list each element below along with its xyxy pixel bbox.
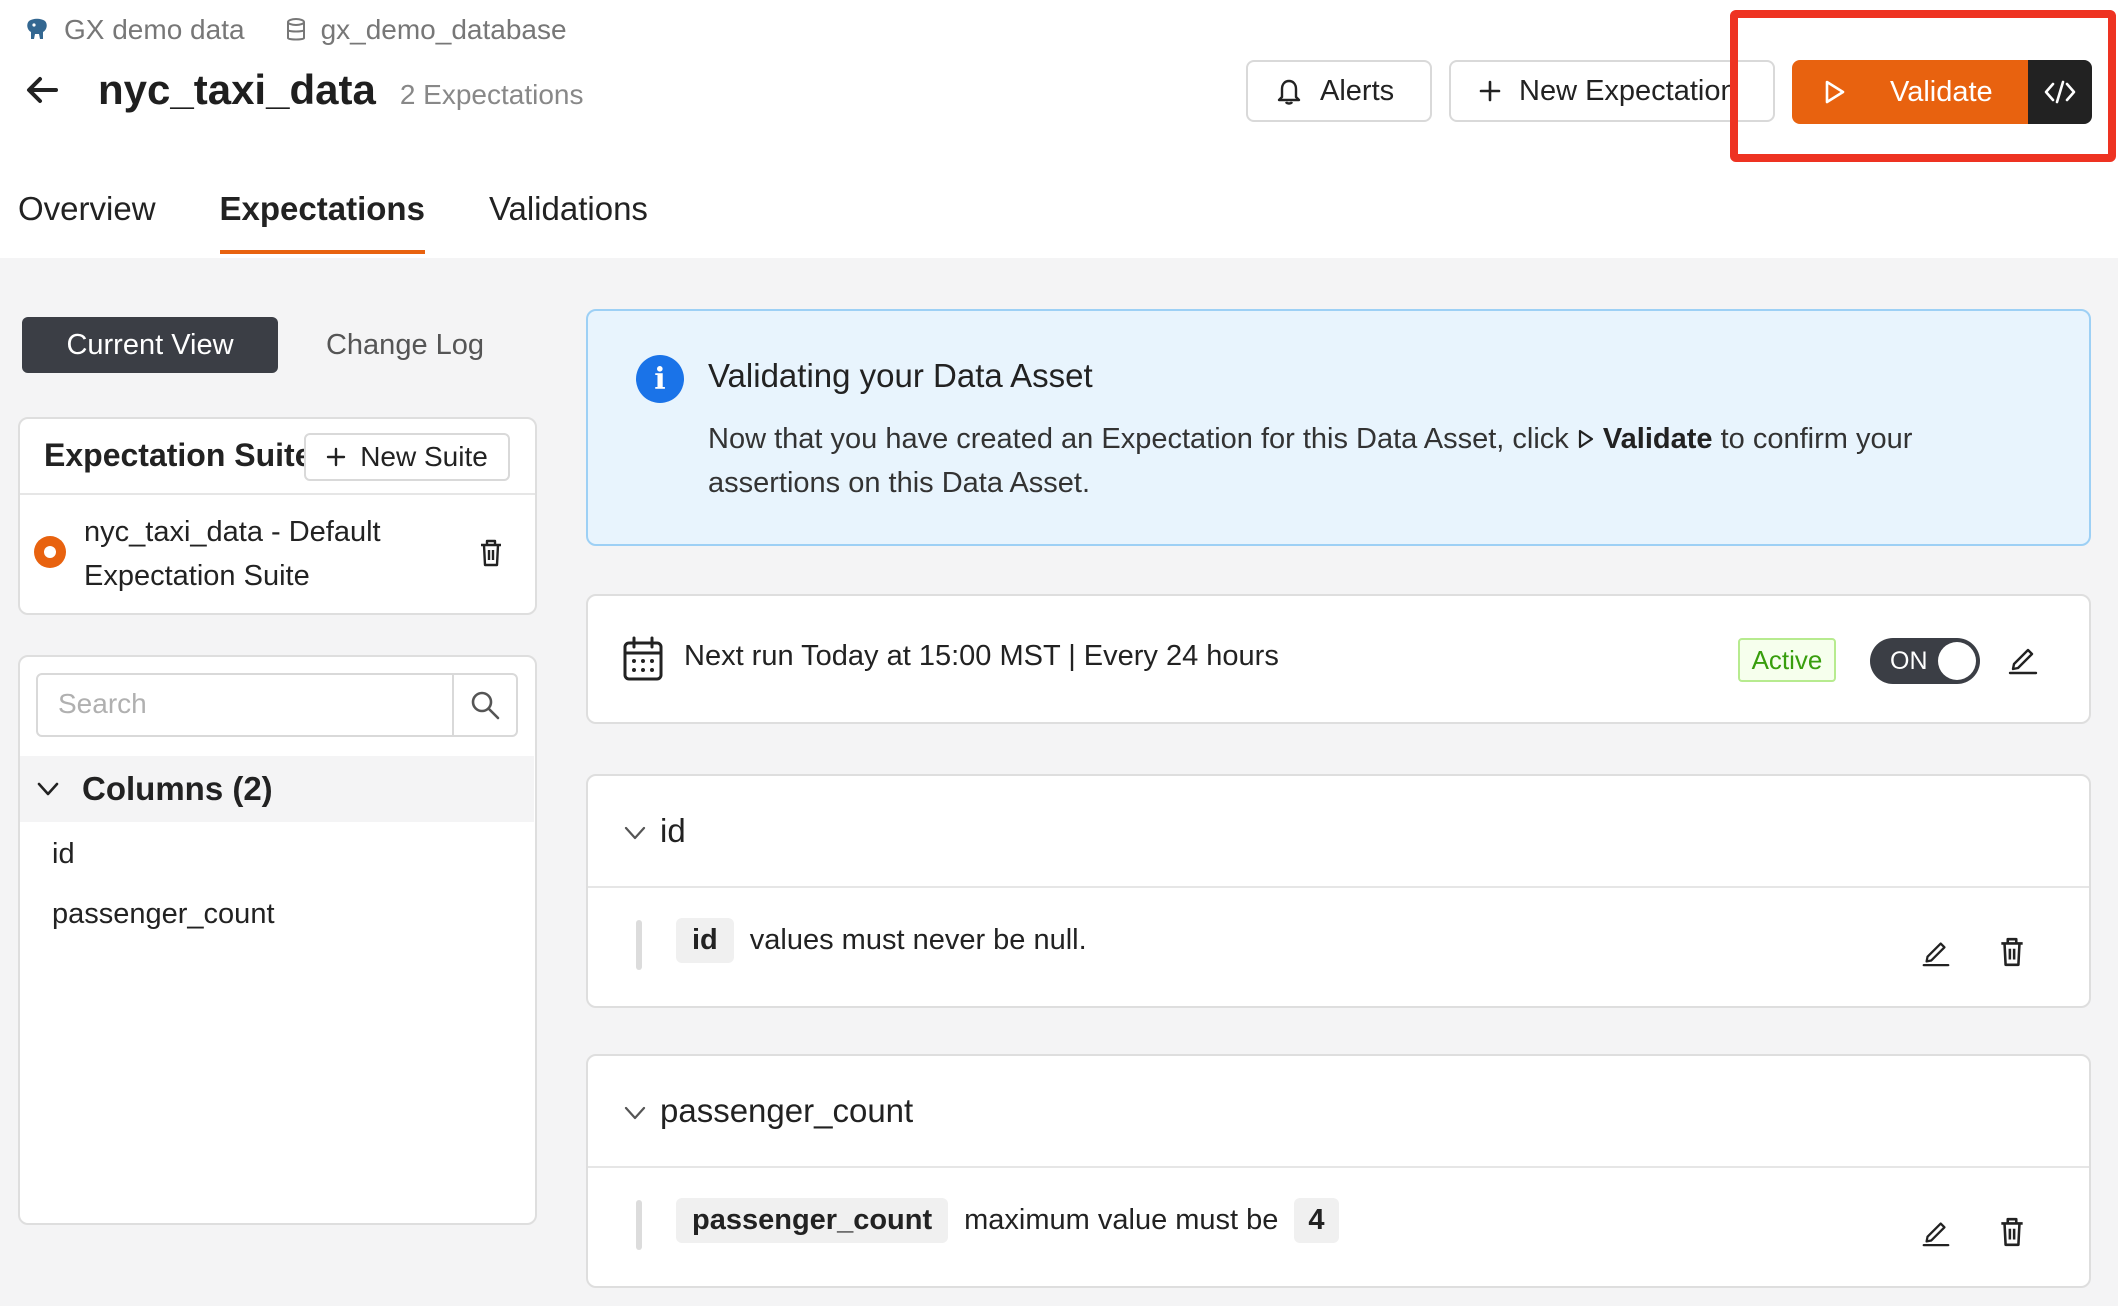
page-title: nyc_taxi_data [98, 66, 376, 113]
toggle-knob [1938, 642, 1976, 680]
tab-validations[interactable]: Validations [489, 190, 648, 254]
new-expectation-button[interactable]: New Expectation [1449, 60, 1775, 122]
expectation-count: 2 Expectations [399, 79, 584, 110]
info-text-validate: Validate [1602, 423, 1713, 455]
columns-panel [18, 655, 537, 1225]
column-item-passenger-count[interactable]: passenger_count [52, 898, 275, 931]
trash-icon[interactable] [1998, 1216, 2026, 1248]
column-chip: id [676, 918, 734, 963]
database-icon [286, 18, 305, 41]
trash-icon[interactable] [1998, 936, 2026, 968]
info-banner: i Validating your Data Asset Now that yo… [586, 309, 2091, 546]
new-suite-label: New Suite [360, 441, 488, 472]
calendar-icon [623, 636, 663, 681]
search-input[interactable] [38, 675, 478, 733]
tab-bar: Overview Expectations Validations [18, 190, 648, 254]
expectation-row: passenger_count maximum value must be 4 [676, 1198, 1339, 1243]
chevron-down-icon[interactable] [622, 820, 648, 846]
group-title: passenger_count [660, 1092, 914, 1129]
group-title: id [660, 812, 686, 849]
edit-icon[interactable] [1920, 936, 1952, 968]
breadcrumb-database[interactable]: gx_demo_database [285, 14, 567, 46]
validate-button[interactable]: Validate [1792, 60, 2028, 124]
info-icon: i [636, 355, 684, 403]
expectation-bar [636, 1200, 642, 1250]
info-text-before: Now that you have created an Expectation… [708, 423, 1577, 455]
postgres-elephant-icon [27, 18, 47, 39]
info-text: Now that you have created an Expectation… [708, 417, 2038, 505]
new-suite-button[interactable]: New Suite [304, 433, 510, 481]
validate-button-label: Validate [1890, 75, 1993, 108]
columns-header[interactable]: Columns (2) [20, 756, 534, 822]
validate-code-button[interactable] [2028, 60, 2092, 124]
status-badge: Active [1738, 638, 1836, 682]
play-icon [1825, 80, 1845, 104]
change-log-button[interactable]: Change Log [290, 317, 520, 373]
breadcrumb-database-label: gx_demo_database [320, 14, 567, 45]
expectation-value: 4 [1294, 1198, 1339, 1243]
chevron-down-icon [37, 782, 59, 796]
expectation-bar [636, 920, 642, 970]
column-item-id[interactable]: id [52, 838, 75, 871]
edit-icon[interactable] [1920, 1216, 1952, 1248]
code-icon [2044, 80, 2076, 104]
info-title: Validating your Data Asset [708, 357, 1093, 394]
alerts-button-label: Alerts [1320, 74, 1395, 107]
suites-title: Expectation Suites [44, 437, 314, 473]
expectation-group-passenger-count: passenger_count passenger_count maximum … [586, 1054, 2091, 1288]
tab-expectations[interactable]: Expectations [219, 190, 426, 254]
schedule-text: Next run Today at 15:00 MST | Every 24 h… [684, 640, 1279, 672]
plus-icon [326, 447, 346, 467]
suite-name[interactable]: nyc_taxi_data - Default Expectation Suit… [84, 510, 424, 598]
schedule-card: Next run Today at 15:00 MST | Every 24 h… [586, 594, 2091, 724]
expectation-text: maximum value must be [964, 1204, 1279, 1236]
breadcrumb-datasource[interactable]: GX demo data [24, 14, 245, 46]
plus-icon [1479, 80, 1501, 102]
breadcrumb-datasource-label: GX demo data [64, 14, 245, 45]
column-chip: passenger_count [676, 1198, 949, 1243]
tab-overview[interactable]: Overview [18, 190, 156, 254]
trash-icon[interactable] [478, 538, 504, 568]
toggle-label: ON [1890, 647, 1928, 675]
page-header: GX demo data gx_demo_database nyc_taxi_d… [0, 0, 2118, 258]
expectation-group-id: id id values must never be null. [586, 774, 2091, 1008]
chevron-down-icon[interactable] [622, 1100, 648, 1126]
bell-icon [1277, 79, 1301, 105]
expectation-row: id values must never be null. [676, 918, 1087, 963]
current-view-button[interactable]: Current View [22, 317, 278, 373]
schedule-toggle[interactable]: ON [1870, 638, 1980, 684]
back-arrow-icon[interactable] [22, 70, 62, 110]
new-expectation-label: New Expectation [1519, 74, 1737, 107]
column-search [36, 673, 518, 737]
columns-title: Columns (2) [82, 770, 273, 807]
play-icon [1578, 429, 1593, 449]
search-icon [471, 691, 500, 720]
search-button[interactable] [452, 675, 516, 735]
edit-icon[interactable] [2006, 642, 2040, 676]
expectation-text: values must never be null. [749, 924, 1087, 956]
breadcrumb: GX demo data gx_demo_database [24, 14, 567, 46]
alerts-button[interactable]: Alerts [1246, 60, 1432, 122]
suite-radio-selected[interactable] [34, 536, 66, 568]
